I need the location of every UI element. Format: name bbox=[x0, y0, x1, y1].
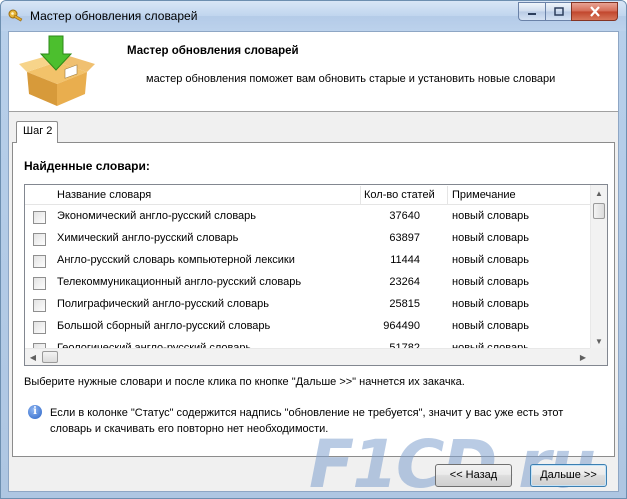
scroll-left-icon[interactable]: ◀ bbox=[25, 349, 41, 365]
window-title: Мастер обновления словарей bbox=[30, 9, 198, 23]
dictionary-note: новый словарь bbox=[452, 254, 529, 266]
row-checkbox[interactable] bbox=[33, 299, 46, 312]
dictionary-name: Англо-русский словарь компьютерной лекси… bbox=[57, 254, 295, 266]
tab-panel: Найденные словари: Название словаря Кол-… bbox=[12, 142, 615, 457]
scroll-right-icon[interactable]: ▶ bbox=[575, 349, 591, 365]
row-checkbox[interactable] bbox=[33, 277, 46, 290]
wizard-client-area: Мастер обновления словарей мастер обновл… bbox=[8, 31, 619, 498]
tab-step-2[interactable]: Шаг 2 bbox=[16, 121, 58, 143]
back-button[interactable]: << Назад bbox=[435, 464, 512, 487]
next-button[interactable]: Дальше >> bbox=[530, 464, 607, 487]
scrollbar-corner bbox=[590, 348, 607, 365]
dictionary-note: новый словарь bbox=[452, 298, 529, 310]
dictionary-name: Большой сборный англо-русский словарь bbox=[57, 320, 271, 332]
entry-count: 23264 bbox=[389, 276, 420, 288]
dictionary-name: Телекоммуникационный англо-русский слова… bbox=[57, 276, 302, 288]
dictionary-name: Полиграфический англо-русский словарь bbox=[57, 298, 269, 310]
column-divider[interactable] bbox=[447, 186, 448, 204]
column-header-count[interactable]: Кол-во статей bbox=[364, 189, 435, 201]
dictionary-name: Химический англо-русский словарь bbox=[57, 232, 239, 244]
column-divider[interactable] bbox=[360, 186, 361, 204]
header-subtitle: мастер обновления поможет вам обновить с… bbox=[146, 73, 556, 85]
dictionary-list[interactable]: Название словаря Кол-во статей Примечани… bbox=[24, 184, 608, 366]
vertical-scroll-thumb[interactable] bbox=[593, 203, 605, 219]
wizard-window: Мастер обновления словарей Мастер обновл… bbox=[0, 0, 627, 499]
entry-count: 964490 bbox=[383, 320, 420, 332]
dictionary-note: новый словарь bbox=[452, 276, 529, 288]
maximize-icon bbox=[553, 6, 564, 16]
column-header-name[interactable]: Название словаря bbox=[57, 189, 151, 201]
row-checkbox[interactable] bbox=[33, 211, 46, 224]
horizontal-scroll-thumb[interactable] bbox=[42, 351, 58, 363]
entry-count: 37640 bbox=[389, 210, 420, 222]
list-item[interactable]: Экономический англо-русский словарь 3764… bbox=[25, 206, 592, 228]
minimize-button[interactable] bbox=[518, 2, 545, 21]
key-icon bbox=[8, 9, 23, 22]
info-icon: i bbox=[28, 405, 42, 419]
vertical-scrollbar[interactable]: ▲ ▼ bbox=[590, 185, 607, 349]
horizontal-scrollbar[interactable]: ◀ ▶ bbox=[25, 348, 592, 365]
dictionary-note: новый словарь bbox=[452, 210, 529, 222]
header-title: Мастер обновления словарей bbox=[127, 45, 299, 57]
row-checkbox[interactable] bbox=[33, 233, 46, 246]
scroll-up-icon[interactable]: ▲ bbox=[591, 185, 607, 201]
close-button[interactable] bbox=[571, 2, 618, 21]
wizard-header: Мастер обновления словарей мастер обновл… bbox=[9, 32, 618, 112]
row-checkbox[interactable] bbox=[33, 255, 46, 268]
list-header: Название словаря Кол-во статей Примечани… bbox=[25, 185, 592, 205]
list-item[interactable]: Телекоммуникационный англо-русский слова… bbox=[25, 272, 592, 294]
maximize-button[interactable] bbox=[545, 2, 571, 21]
list-item[interactable]: Большой сборный англо-русский словарь 96… bbox=[25, 316, 592, 338]
minimize-icon bbox=[528, 12, 536, 15]
list-item[interactable]: Химический англо-русский словарь 63897 н… bbox=[25, 228, 592, 250]
dictionary-note: новый словарь bbox=[452, 320, 529, 332]
box-download-icon bbox=[19, 35, 95, 106]
entry-count: 25815 bbox=[389, 298, 420, 310]
scroll-down-icon[interactable]: ▼ bbox=[591, 333, 607, 349]
dictionary-name: Экономический англо-русский словарь bbox=[57, 210, 257, 222]
row-checkbox[interactable] bbox=[33, 321, 46, 334]
entry-count: 11444 bbox=[390, 254, 420, 266]
info-message: Если в колонке "Статус" содержится надпи… bbox=[50, 407, 564, 435]
section-title: Найденные словари: bbox=[24, 159, 150, 173]
entry-count: 63897 bbox=[389, 232, 420, 244]
column-header-note[interactable]: Примечание bbox=[452, 189, 516, 201]
list-item[interactable]: Англо-русский словарь компьютерной лекси… bbox=[25, 250, 592, 272]
selection-hint: Выберите нужные словари и после клика по… bbox=[24, 376, 465, 388]
close-icon bbox=[589, 6, 600, 17]
dictionary-note: новый словарь bbox=[452, 232, 529, 244]
list-item[interactable]: Полиграфический англо-русский словарь 25… bbox=[25, 294, 592, 316]
title-bar[interactable]: Мастер обновления словарей bbox=[1, 1, 626, 31]
